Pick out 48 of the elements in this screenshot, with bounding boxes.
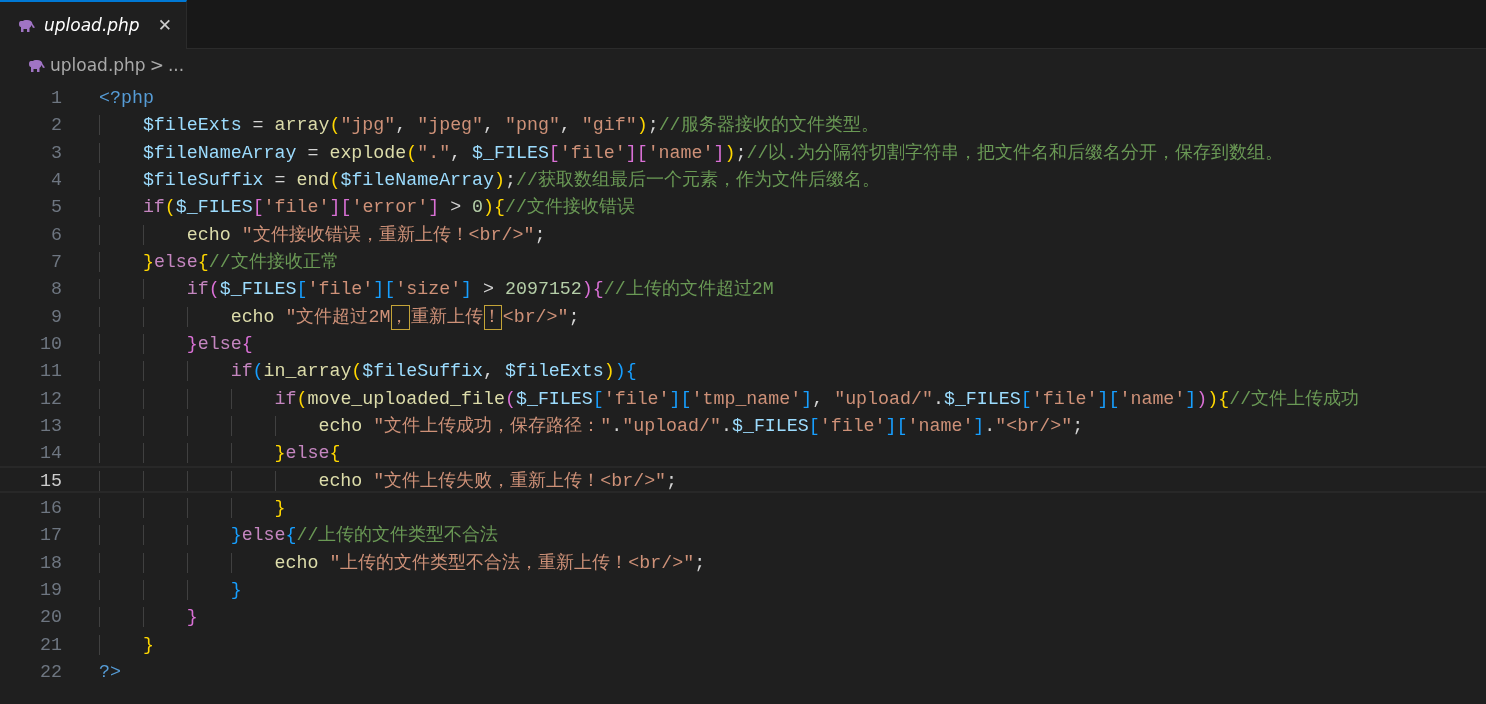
code-line: ?>	[99, 660, 121, 683]
line-number: 11	[39, 360, 62, 382]
code-line: }else{	[99, 440, 341, 464]
line-number: 22	[39, 660, 62, 683]
code-line: if($_FILES['file']['error'] > 0){//文件接收错误	[99, 194, 635, 218]
line-number: 16	[39, 496, 62, 519]
code-line: if(in_array($fileSuffix, $fileExts)){	[99, 358, 637, 382]
line-number: 5	[50, 196, 62, 218]
code-line: echo "文件超过2M，重新上传！<br/>";	[99, 303, 580, 327]
code-line: }	[99, 604, 198, 628]
line-number: 21	[39, 633, 62, 655]
line-number: 12	[39, 387, 62, 409]
code-line: $fileExts = array("jpg", "jpeg", "png", "gif");//服务器接收的文件类型。	[99, 112, 879, 136]
line-number: 17	[39, 524, 62, 546]
line-number: 6	[50, 223, 62, 245]
line-number: 19	[39, 578, 62, 601]
code-line: echo "文件接收错误，重新上传！<br/>";	[99, 221, 546, 245]
line-number: 7	[50, 250, 62, 273]
line-number: 20	[39, 606, 62, 628]
code-line: echo "文件上传失败，重新上传！<br/>";	[99, 467, 678, 491]
code-line: $fileNameArray = explode(".", $_FILES['file']['name']);//以.为分隔符切割字符串，把文件名和后缀名分开，保存到数组。	[99, 139, 1284, 163]
line-number: 18	[39, 551, 62, 573]
breadcrumb-item[interactable]: ...	[167, 53, 185, 79]
code-line: echo "上传的文件类型不合法，重新上传！<br/>";	[99, 549, 706, 573]
breadcrumb-item[interactable]: upload.php	[50, 53, 146, 79]
line-number: 10	[39, 332, 62, 355]
editor-tab[interactable]: upload.php ✕	[0, 0, 187, 49]
line-number: 1	[50, 87, 62, 109]
close-button[interactable]: ✕	[157, 12, 172, 39]
elephant-icon	[28, 59, 46, 73]
elephant-icon	[18, 18, 36, 33]
line-number: 8	[50, 278, 62, 300]
breadcrumb-separator: >	[149, 54, 164, 78]
line-number: 4	[50, 169, 62, 191]
code-line: <?php	[99, 87, 154, 109]
code-line: }else{	[99, 330, 253, 355]
line-number: 14	[39, 442, 62, 464]
code-line: $fileSuffix = end($fileNameArray);//获取数组最后一个元素，作为文件后缀名。	[99, 167, 880, 191]
code-line: }else{//文件接收正常	[99, 248, 339, 273]
code-line: if(move_uploaded_file($_FILES['file']['tmp_name'], "upload/".$_FILES['file']['name'])){//文件上传成功	[99, 385, 1360, 409]
line-number: 13	[39, 414, 62, 437]
line-number: 2	[50, 114, 62, 136]
code-line: }else{//上传的文件类型不合法	[99, 522, 499, 546]
code-line: echo "文件上传成功，保存路径："."upload/".$_FILES['file']['name']."<br/>";	[99, 412, 1084, 437]
line-number: 15	[39, 469, 62, 491]
line-number: 3	[50, 141, 62, 163]
code-line: if($_FILES['file']['size'] > 2097152){//上传的文件超过2M	[99, 276, 774, 300]
line-number: 9	[50, 305, 62, 327]
